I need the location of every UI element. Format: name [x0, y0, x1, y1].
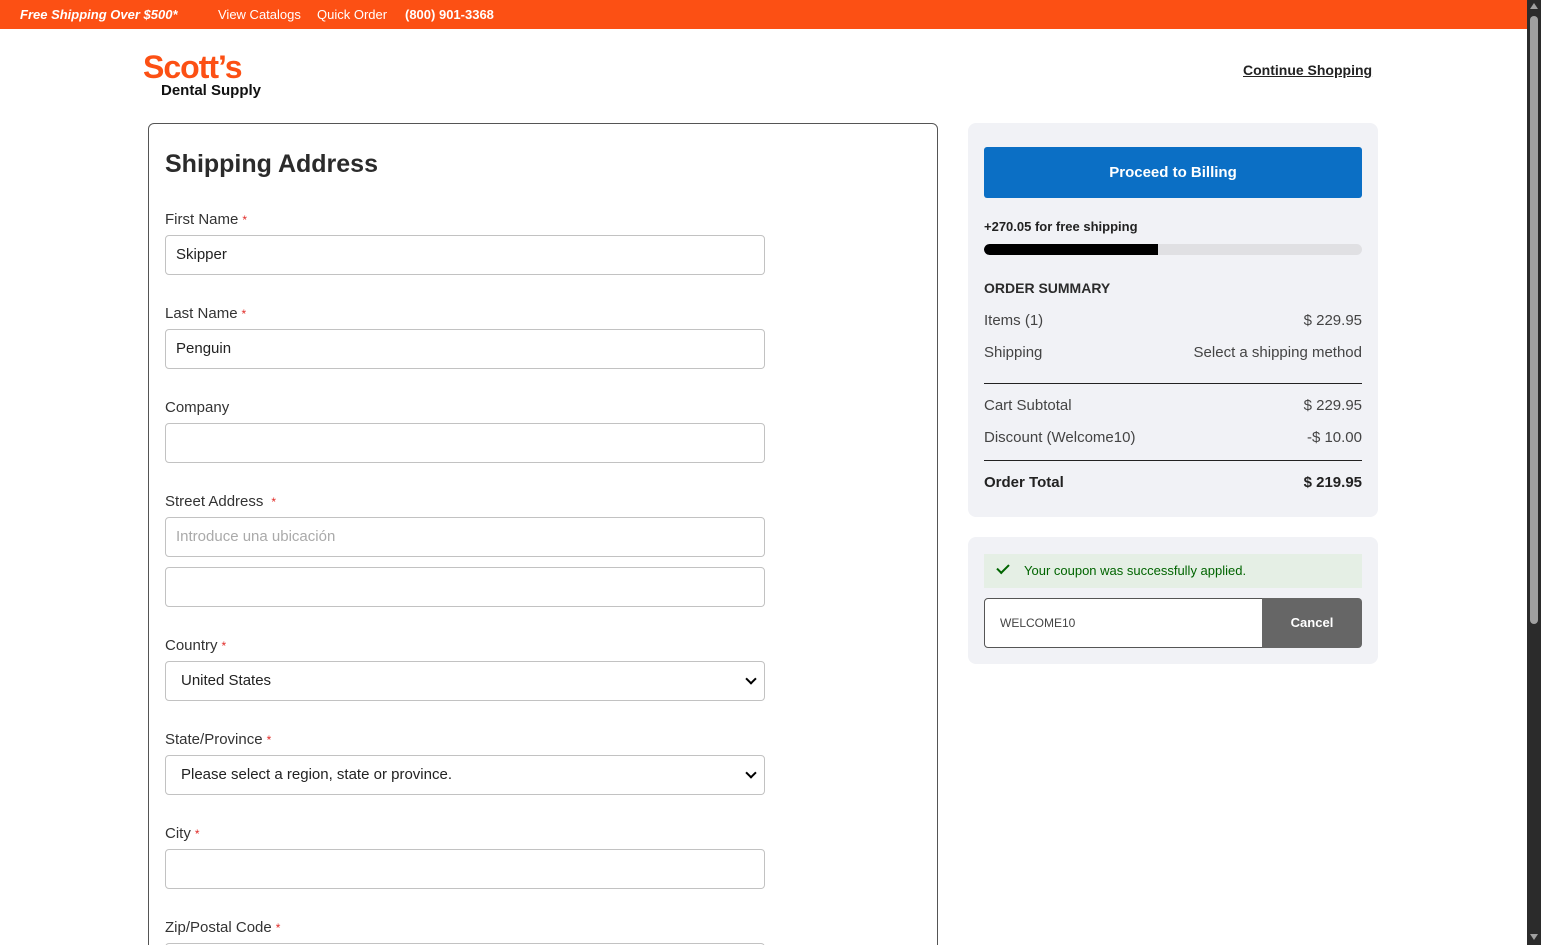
site-logo[interactable]: Scott’s Dental Supply — [143, 50, 273, 102]
cancel-coupon-button[interactable]: Cancel — [1262, 598, 1362, 648]
city-label: City * — [165, 825, 200, 842]
subtotal-value: $ 229.95 — [1303, 397, 1362, 414]
scroll-down-arrow-icon[interactable] — [1530, 934, 1538, 940]
view-catalogs-link[interactable]: View Catalogs — [218, 7, 301, 22]
logo-wordmark: Scott’s — [143, 49, 242, 85]
required-marker: * — [194, 827, 200, 841]
shipping-label: Shipping — [984, 344, 1043, 361]
state-label: State/Province * — [165, 731, 272, 748]
items-label: Items (1) — [984, 312, 1044, 329]
street-address-label: Street Address * — [165, 493, 277, 510]
city-field[interactable] — [165, 849, 765, 889]
country-select[interactable]: United States — [165, 661, 765, 701]
subtotal-row: Cart Subtotal $ 229.95 — [984, 397, 1362, 414]
street-address-line1-field[interactable]: Introduce una ubicación — [165, 517, 765, 557]
discount-value: -$ 10.00 — [1306, 429, 1362, 446]
zip-label: Zip/Postal Code * — [165, 919, 281, 936]
quick-order-link[interactable]: Quick Order — [317, 7, 387, 22]
progress-fill — [984, 244, 1158, 255]
free-shipping-note: +270.05 for free shipping — [984, 219, 1138, 234]
summary-divider — [984, 383, 1362, 384]
summary-divider — [984, 460, 1362, 461]
discount-row: Discount (Welcome10) -$ 10.00 — [984, 429, 1362, 446]
first-name-label: First Name * — [165, 211, 248, 228]
required-marker: * — [242, 213, 248, 227]
shipping-address-form: Shipping Address First Name * Skipper Las… — [148, 123, 938, 945]
items-value: $ 229.95 — [1303, 312, 1362, 329]
page-scrollbar[interactable] — [1527, 0, 1541, 945]
country-label: Country * — [165, 637, 227, 654]
company-label: Company — [165, 399, 230, 416]
coupon-success-text: Your coupon was successfully applied. — [1024, 563, 1247, 578]
shipping-value: Select a shipping method — [1193, 344, 1362, 361]
order-total-label: Order Total — [984, 474, 1064, 491]
free-shipping-promo[interactable]: Free Shipping Over $500* — [20, 7, 178, 22]
coupon-panel: Your coupon was successfully applied. WE… — [968, 537, 1378, 664]
chevron-down-icon — [744, 766, 758, 782]
checkmark-icon — [996, 560, 1010, 575]
first-name-field[interactable]: Skipper — [165, 235, 765, 275]
free-shipping-progress-bar — [984, 244, 1362, 255]
shipping-row: Shipping Select a shipping method — [984, 344, 1362, 361]
state-select[interactable]: Please select a region, state or provinc… — [165, 755, 765, 795]
scroll-up-arrow-icon[interactable] — [1530, 3, 1538, 9]
coupon-success-message: Your coupon was successfully applied. — [984, 554, 1362, 588]
company-field[interactable] — [165, 423, 765, 463]
required-marker: * — [266, 733, 272, 747]
order-total-value: $ 219.95 — [1303, 474, 1362, 491]
order-summary-title: ORDER SUMMARY — [984, 280, 1111, 296]
scrollbar-thumb[interactable] — [1530, 16, 1538, 624]
street-address-line2-field[interactable] — [165, 567, 765, 607]
form-title: Shipping Address — [165, 150, 378, 178]
phone-link[interactable]: (800) 901-3368 — [405, 7, 494, 22]
coupon-code-field[interactable]: WELCOME10 — [984, 598, 1284, 648]
required-marker: * — [275, 921, 281, 935]
required-marker: * — [241, 307, 247, 321]
items-row: Items (1) $ 229.95 — [984, 312, 1362, 329]
order-summary-panel: Proceed to Billing +270.05 for free ship… — [968, 123, 1378, 517]
last-name-label: Last Name * — [165, 305, 247, 322]
continue-shopping-link[interactable]: Continue Shopping — [1243, 62, 1372, 78]
top-bar: Free Shipping Over $500* View Catalogs Q… — [0, 0, 1527, 29]
subtotal-label: Cart Subtotal — [984, 397, 1072, 414]
chevron-down-icon — [744, 672, 758, 688]
required-marker: * — [271, 495, 277, 509]
required-marker: * — [221, 639, 227, 653]
proceed-to-billing-button[interactable]: Proceed to Billing — [984, 147, 1362, 198]
logo-tagline: Dental Supply — [161, 82, 262, 99]
country-selected-value: United States — [181, 672, 272, 689]
state-selected-value: Please select a region, state or provinc… — [181, 766, 452, 783]
order-total-row: Order Total $ 219.95 — [984, 474, 1362, 491]
last-name-field[interactable]: Penguin — [165, 329, 765, 369]
discount-label: Discount (Welcome10) — [984, 429, 1136, 446]
